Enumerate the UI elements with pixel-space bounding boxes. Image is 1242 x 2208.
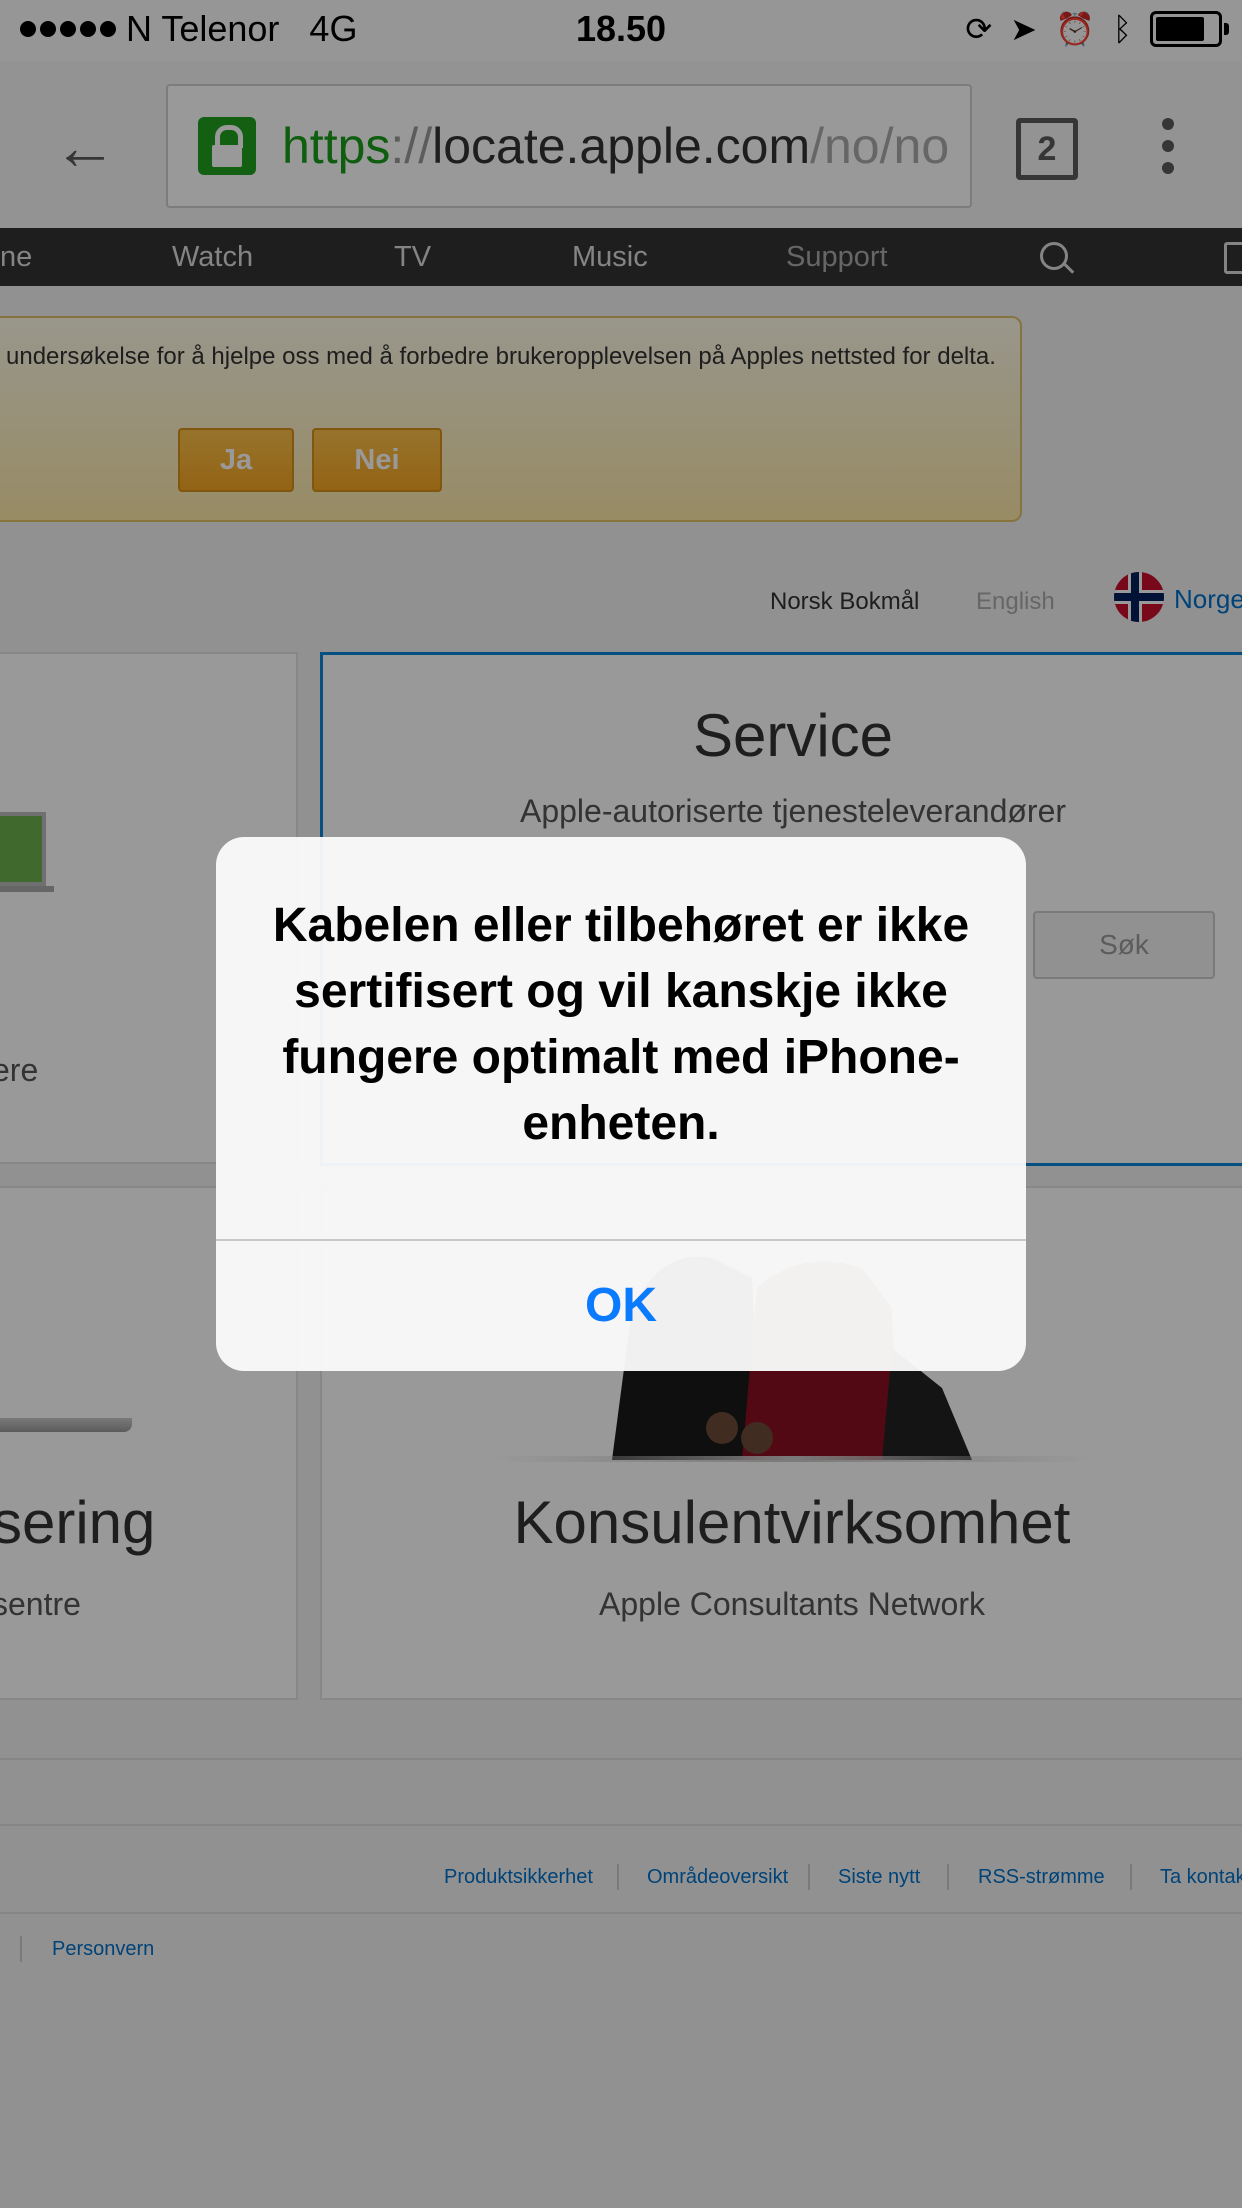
alert-dialog: Kabelen eller tilbehøret er ikke sertifi… [216,837,1026,1371]
alert-ok-button[interactable]: OK [216,1241,1026,1371]
alert-message: Kabelen eller tilbehøret er ikke sertifi… [272,899,970,1150]
